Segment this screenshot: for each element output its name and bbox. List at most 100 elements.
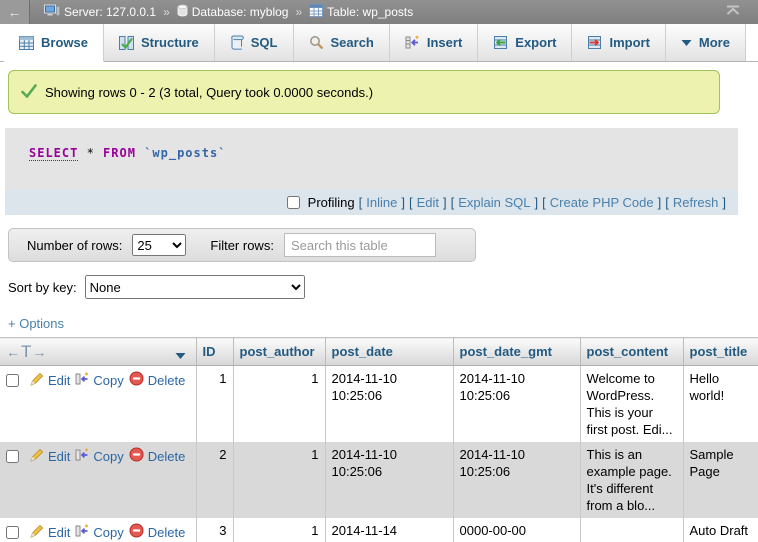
- delete-icon: [129, 447, 144, 466]
- query-options-bar: Profiling [ Inline ] [ Edit ] [ Explain …: [5, 190, 738, 215]
- edit-query-link[interactable]: Edit: [417, 195, 439, 210]
- success-message-text: Showing rows 0 - 2 (3 total, Query took …: [45, 85, 373, 100]
- pencil-icon: [30, 372, 44, 390]
- bracket: ]: [658, 195, 662, 210]
- copy-icon: [75, 372, 89, 390]
- tab-export-label: Export: [515, 35, 556, 50]
- refresh-link[interactable]: Refresh: [673, 195, 719, 210]
- number-of-rows-select[interactable]: 25: [132, 234, 186, 256]
- rows-control-bar: Number of rows: 25 Filter rows:: [8, 228, 476, 262]
- copy-icon: [75, 448, 89, 466]
- sort-triangle-icon[interactable]: [175, 348, 186, 363]
- breadcrumb-table[interactable]: Table: wp_posts: [309, 4, 413, 20]
- header-row: ←T→ ID post_author post_date post_date_g…: [0, 338, 758, 366]
- sql-query: SELECT * FROM `wp_posts`: [5, 128, 738, 190]
- breadcrumb-bar: ← Server: 127.0.0.1 » Database: myblog »…: [0, 0, 758, 24]
- back-arrow-icon[interactable]: ←: [0, 0, 30, 24]
- tab-insert[interactable]: Insert: [390, 24, 478, 61]
- tab-sql-label: SQL: [251, 35, 278, 50]
- query-panel: SELECT * FROM `wp_posts` Profiling [ Inl…: [5, 128, 738, 215]
- tab-browse[interactable]: Browse: [4, 24, 104, 62]
- column-header-post-content[interactable]: post_content: [580, 338, 683, 366]
- success-message: Showing rows 0 - 2 (3 total, Query took …: [8, 70, 720, 114]
- breadcrumb-table-label: Table: wp_posts: [327, 5, 413, 19]
- structure-icon: [119, 36, 134, 50]
- tab-search[interactable]: Search: [294, 24, 390, 61]
- delete-row-link[interactable]: Delete: [129, 523, 186, 542]
- breadcrumb-database-label: Database: myblog: [192, 5, 289, 19]
- browse-icon: [19, 36, 34, 50]
- collapse-panel-icon[interactable]: [726, 5, 740, 19]
- delete-icon: [129, 371, 144, 390]
- copy-row-link[interactable]: Copy: [75, 448, 123, 466]
- insert-icon: [405, 35, 420, 50]
- copy-row-link[interactable]: Copy: [75, 372, 123, 390]
- tab-import-label: Import: [609, 35, 649, 50]
- sql-keyword-from: FROM: [103, 146, 136, 160]
- cell-post-date: 2014-11-10 10:25:06: [325, 442, 453, 518]
- tab-export[interactable]: Export: [478, 24, 572, 61]
- bracket: [: [451, 195, 455, 210]
- bracket: ]: [443, 195, 447, 210]
- bracket: [: [542, 195, 546, 210]
- cell-post-title: Sample Page: [683, 442, 758, 518]
- filter-rows-input[interactable]: [284, 233, 436, 257]
- sort-by-key-label: Sort by key:: [8, 280, 77, 295]
- column-marker-icon[interactable]: ←T→: [6, 344, 47, 360]
- pencil-icon: [30, 524, 44, 542]
- table-row: Edit Copy Delete 1 1 2014-11-10 10:25:06…: [0, 366, 758, 443]
- row-checkbox[interactable]: [6, 450, 19, 463]
- tab-structure[interactable]: Structure: [104, 24, 215, 61]
- results-table: ←T→ ID post_author post_date post_date_g…: [0, 337, 758, 542]
- pencil-icon: [30, 448, 44, 466]
- delete-row-link[interactable]: Delete: [129, 371, 186, 390]
- explain-sql-link[interactable]: Explain SQL: [458, 195, 530, 210]
- bracket: [: [665, 195, 669, 210]
- cell-post-author: 1: [233, 366, 325, 443]
- edit-row-link[interactable]: Edit: [30, 372, 70, 390]
- delete-row-link[interactable]: Delete: [129, 447, 186, 466]
- edit-row-link[interactable]: Edit: [30, 448, 70, 466]
- cell-post-date-gmt: 2014-11-10 10:25:06: [453, 442, 580, 518]
- sort-by-key-select[interactable]: None: [85, 275, 305, 299]
- row-checkbox[interactable]: [6, 374, 19, 387]
- breadcrumb-server-label: Server: 127.0.0.1: [64, 5, 156, 19]
- sql-keyword-select[interactable]: SELECT: [29, 146, 78, 161]
- tab-structure-label: Structure: [141, 35, 199, 50]
- number-of-rows-label: Number of rows:: [27, 238, 122, 253]
- breadcrumb-database[interactable]: Database: myblog: [177, 4, 289, 20]
- options-toggle[interactable]: + Options: [8, 316, 64, 334]
- table-row: Edit Copy Delete 2 1 2014-11-10 10:25:06…: [0, 442, 758, 518]
- row-checkbox[interactable]: [6, 526, 19, 539]
- cell-id: 2: [196, 442, 233, 518]
- sql-star: *: [78, 146, 103, 160]
- edit-row-link[interactable]: Edit: [30, 524, 70, 542]
- tab-import[interactable]: Import: [572, 24, 665, 61]
- tab-bar: Browse Structure SQL Search Insert Expor…: [0, 24, 758, 62]
- create-php-code-link[interactable]: Create PHP Code: [550, 195, 654, 210]
- bracket: ]: [535, 195, 539, 210]
- column-header-post-author[interactable]: post_author: [233, 338, 325, 366]
- column-header-post-date-gmt[interactable]: post_date_gmt: [453, 338, 580, 366]
- copy-row-link[interactable]: Copy: [75, 524, 123, 542]
- column-header-post-date[interactable]: post_date: [325, 338, 453, 366]
- server-icon: [44, 4, 60, 21]
- column-reorder-header[interactable]: ←T→: [0, 338, 196, 366]
- bracket: [: [409, 195, 413, 210]
- profiling-checkbox[interactable]: [287, 196, 300, 209]
- column-header-post-title[interactable]: post_title: [683, 338, 758, 366]
- column-header-id[interactable]: ID: [196, 338, 233, 366]
- breadcrumb-separator: »: [163, 5, 170, 19]
- cell-post-date: 2014-11-14 06:33:38: [325, 518, 453, 542]
- chevron-down-icon: [681, 39, 692, 47]
- tab-sql[interactable]: SQL: [215, 24, 294, 61]
- database-icon: [177, 4, 188, 20]
- inline-link[interactable]: Inline: [366, 195, 397, 210]
- copy-icon: [75, 524, 89, 542]
- breadcrumb: Server: 127.0.0.1 » Database: myblog » T…: [44, 4, 413, 21]
- tab-browse-label: Browse: [41, 35, 88, 50]
- cell-post-date-gmt: 2014-11-10 10:25:06: [453, 366, 580, 443]
- breadcrumb-separator: »: [295, 5, 302, 19]
- tab-more[interactable]: More: [666, 24, 746, 61]
- breadcrumb-server[interactable]: Server: 127.0.0.1: [44, 4, 156, 21]
